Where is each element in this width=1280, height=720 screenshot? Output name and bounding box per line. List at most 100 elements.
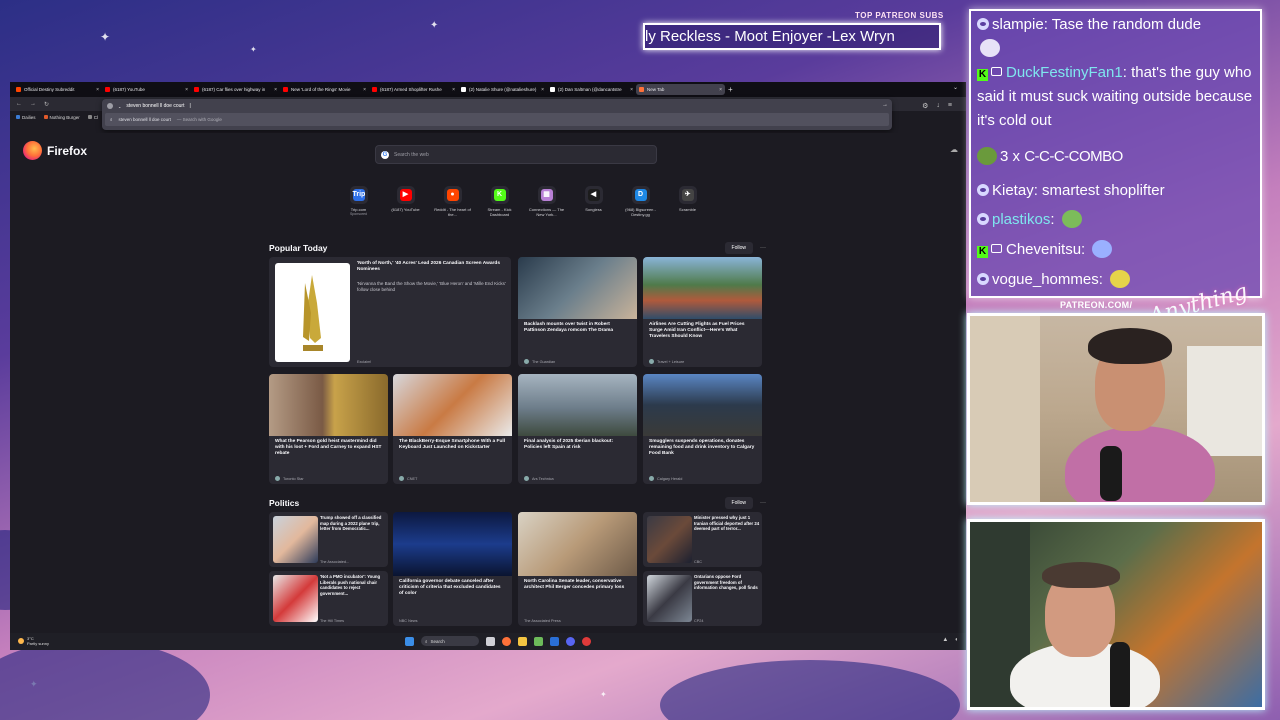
file-explorer-icon[interactable] — [518, 636, 527, 646]
story-image — [393, 512, 512, 576]
weather-text: Partly sunny — [27, 641, 50, 646]
more-options-icon[interactable]: ··· — [760, 245, 766, 251]
bookmark-item[interactable]: Nothing Burger — [43, 115, 80, 120]
web-search-box[interactable]: G Search the web — [375, 145, 657, 164]
shortcut-tile[interactable]: ● Reddit - The heart of the... — [429, 186, 476, 217]
back-icon[interactable]: ← — [16, 101, 22, 107]
steam-icon[interactable] — [550, 636, 559, 646]
shortcut-tile[interactable]: K Stream - Kick Dashboard — [476, 186, 523, 217]
person-hair — [1088, 328, 1172, 364]
follow-button[interactable]: Follow — [724, 242, 753, 254]
tab-title: New Tab — [647, 87, 665, 92]
story-card[interactable]: Final analysis of 2025 Iberian blackout:… — [518, 374, 637, 484]
menu-icon[interactable]: ≡ — [948, 102, 952, 110]
close-icon[interactable]: × — [452, 87, 455, 93]
story-card-compact[interactable]: 'Not a PMO incubator': Young Liberals pu… — [269, 571, 388, 626]
bookmark-item[interactable]: Dailies — [16, 115, 36, 120]
story-card-featured[interactable]: 'North of North,' '40 Acres' Lead 2026 C… — [269, 257, 511, 367]
story-card[interactable]: Backlash mounts over twist in Robert Pat… — [518, 257, 637, 367]
volume-icon[interactable]: ◖ — [954, 637, 958, 643]
go-arrow-icon[interactable]: → — [882, 102, 888, 108]
shortcut-tile[interactable]: ◀ Songless — [570, 186, 617, 217]
shortcut-tile[interactable]: ▶ (6187) YouTube — [382, 186, 429, 217]
search-suggestion[interactable]: ⌕ steven bonnell ll doe court — Search w… — [105, 113, 889, 126]
app-icon[interactable] — [582, 636, 591, 646]
story-title: Airlines Are Cutting Flights as Fuel Pri… — [649, 322, 745, 339]
app-icon[interactable] — [534, 636, 543, 646]
extension-icon[interactable]: ⚙ — [922, 102, 928, 110]
reload-icon[interactable]: ↻ — [44, 101, 49, 108]
windows-start-icon[interactable] — [405, 636, 414, 646]
story-card[interactable]: North Carolina Senate leader, conservati… — [518, 512, 637, 626]
address-bar[interactable]: ⌄ steven bonnell ll doe court | ⌕ steven … — [102, 99, 892, 130]
microphone — [1100, 446, 1122, 501]
chat-text: Tase the random dude — [1051, 16, 1202, 33]
bookmark-item[interactable]: Cl — [87, 115, 98, 120]
story-card[interactable]: California governor debate canceled afte… — [393, 512, 512, 626]
shortcut-tile[interactable]: ▦ Connections — The New York... — [523, 186, 570, 217]
tab-6[interactable]: (2) Dan Saltman (@dancantstre × — [547, 84, 636, 95]
chat-username[interactable]: slampie — [992, 16, 1044, 33]
emote-icon — [1061, 210, 1082, 228]
source-icon — [524, 359, 529, 364]
story-card[interactable]: What the Pearson gold heist mastermind d… — [269, 374, 388, 484]
tab-7[interactable]: New Tab × — [636, 84, 725, 95]
story-card[interactable]: Smugglers suspends operations, donates r… — [643, 374, 762, 484]
close-icon[interactable]: × — [719, 87, 722, 93]
chat-username[interactable]: Chevenitsu — [1006, 241, 1081, 258]
shortcut-tile[interactable]: ✈ Scramble — [664, 186, 711, 217]
patreon-url: PATREON.COM/ — [1060, 300, 1133, 310]
tab-3[interactable]: New 'Lord of the Rings' Movie × — [280, 84, 369, 95]
taskbar-weather[interactable]: 3°C Partly sunny — [18, 636, 49, 646]
new-tab-button[interactable]: + — [728, 85, 733, 94]
firefox-taskbar-icon[interactable] — [502, 636, 511, 646]
more-options-icon[interactable]: ··· — [760, 500, 766, 506]
tab-4[interactable]: (6187) Armed Shoplifter Rushe × — [369, 84, 458, 95]
story-card-compact[interactable]: Trump showed off a classified map during… — [269, 512, 388, 567]
story-card-compact[interactable]: Ontarians oppose Ford government freedom… — [643, 571, 762, 626]
popular-header: Popular Today Follow ··· — [269, 242, 766, 254]
story-card[interactable]: The BlackBerry-Esque Smartphone With a F… — [393, 374, 512, 484]
tab-1[interactable]: (6187) YouTube × — [102, 84, 191, 95]
tab-list-icon[interactable]: ⌄ — [953, 84, 958, 91]
weather-icon[interactable]: ☁ — [950, 145, 958, 154]
discord-icon[interactable] — [566, 636, 575, 646]
url-input[interactable]: steven bonnell ll doe court — [126, 103, 184, 109]
shortcut-tile[interactable]: Trip Trip.com Sponsored — [335, 186, 382, 217]
tab-0[interactable]: Official Destiny Subreddit × — [13, 84, 102, 95]
network-icon[interactable]: ▲ — [942, 637, 948, 643]
close-icon[interactable]: × — [96, 87, 99, 93]
story-card-compact[interactable]: Minister pressed why just 1 Iranian offi… — [643, 512, 762, 567]
taskbar-apps: ⌕ Search — [405, 636, 591, 646]
close-icon[interactable]: × — [541, 87, 544, 93]
favicon-icon — [550, 87, 555, 92]
tab-2[interactable]: (6187) Car flies over highway in × — [191, 84, 280, 95]
search-engine-icon[interactable] — [107, 103, 113, 109]
story-card[interactable]: Airlines Are Cutting Flights as Fuel Pri… — [643, 257, 762, 367]
forward-icon[interactable]: → — [30, 101, 36, 107]
chat-username[interactable]: vogue_hommes — [992, 271, 1099, 288]
emote-icon — [980, 39, 1000, 57]
firefox-logo: Firefox — [23, 141, 87, 160]
story-image — [273, 575, 318, 622]
chat-username[interactable]: Kietay — [992, 182, 1034, 199]
close-icon[interactable]: × — [185, 87, 188, 93]
follow-button[interactable]: Follow — [724, 497, 753, 509]
chevron-down-icon[interactable]: ⌄ — [118, 104, 121, 109]
task-view-icon[interactable] — [486, 636, 495, 646]
favicon-icon — [105, 87, 110, 92]
chat-username[interactable]: 3 x — [1000, 148, 1020, 165]
star-icon: ✦ — [600, 690, 607, 699]
chat-username[interactable]: plastikos — [992, 211, 1050, 228]
story-source: Calgary Herald — [649, 476, 682, 481]
chat-username[interactable]: DuckFestinyFan1 — [1006, 64, 1123, 81]
close-icon[interactable]: × — [630, 87, 633, 93]
webcam-streamer — [967, 313, 1265, 505]
tab-5[interactable]: (2) Natalie Shure (@natalieshure) × — [458, 84, 547, 95]
download-icon[interactable]: ↓ — [936, 102, 940, 110]
close-icon[interactable]: × — [274, 87, 277, 93]
close-icon[interactable]: × — [363, 87, 366, 93]
taskbar-search[interactable]: ⌕ Search — [421, 636, 479, 646]
star-icon: ✦ — [250, 45, 257, 54]
shortcut-tile[interactable]: D (968) Bigscreen - Destiny.gg — [617, 186, 664, 217]
